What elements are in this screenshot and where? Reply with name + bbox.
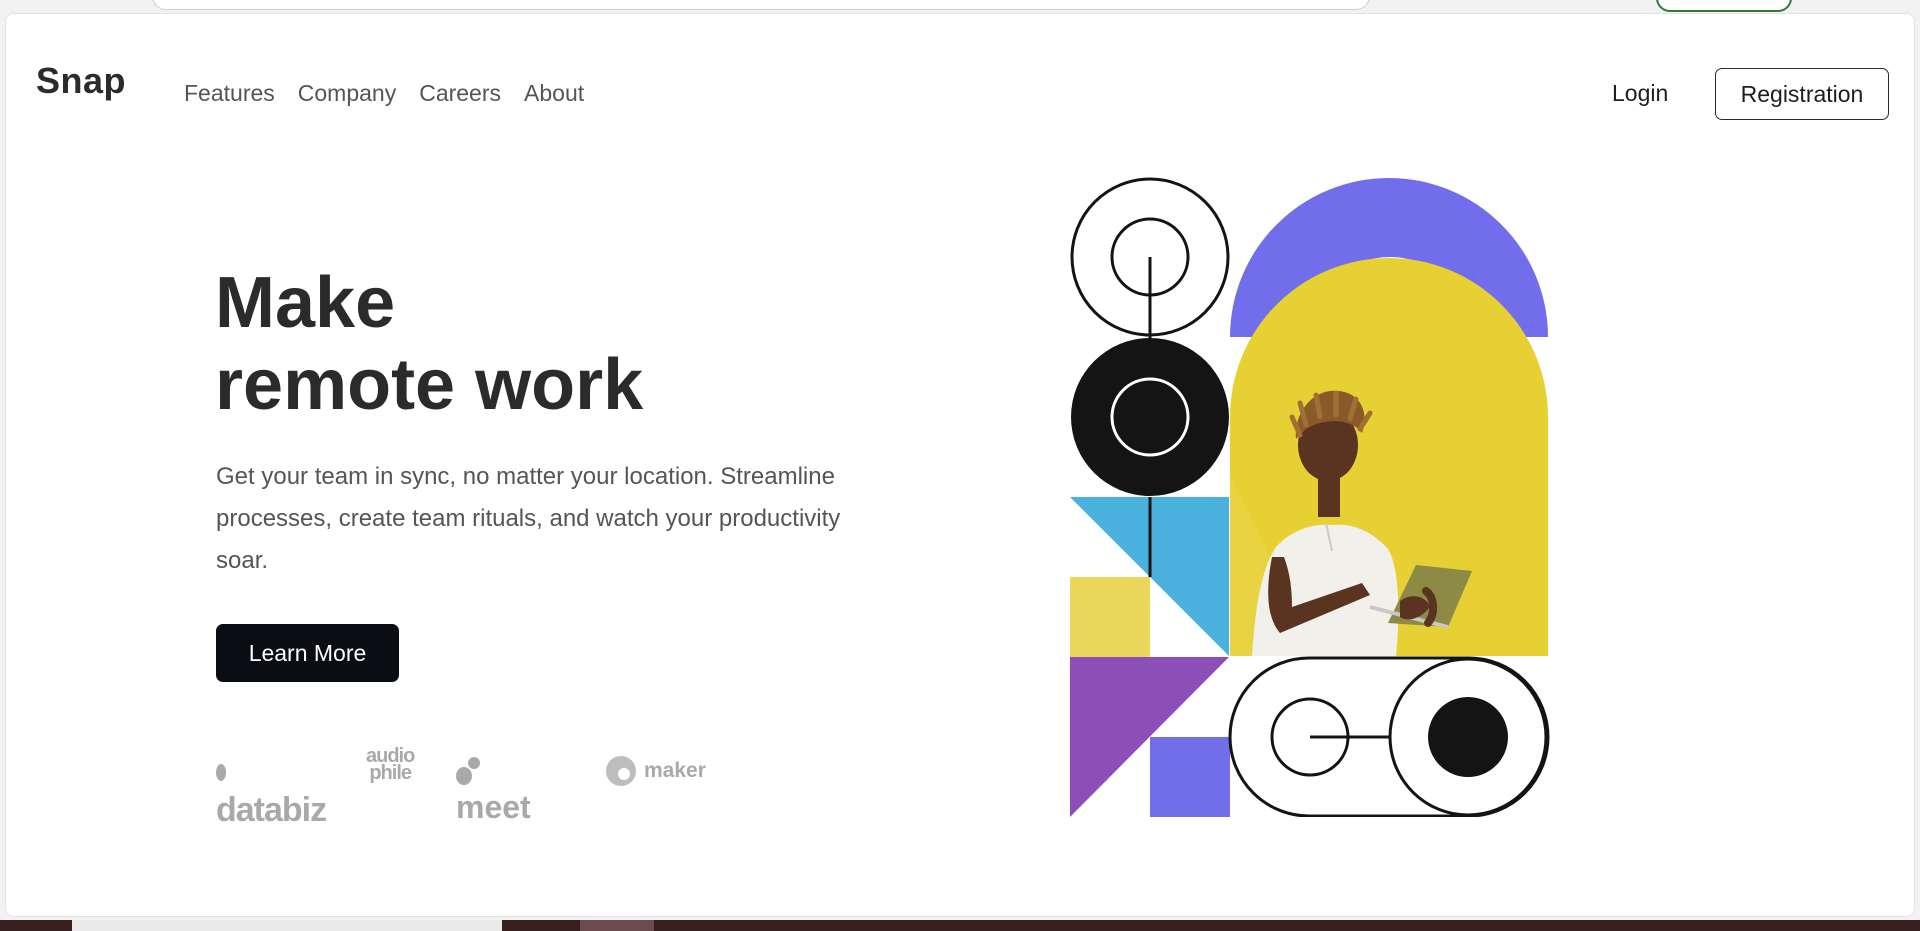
landing-page: Snap Features Company Careers About Logi… bbox=[6, 14, 1914, 916]
nav-item-features[interactable]: Features bbox=[184, 80, 275, 107]
registration-button[interactable]: Registration bbox=[1715, 68, 1889, 120]
hero-title-line-1: Make bbox=[215, 263, 396, 343]
hero-illustration bbox=[1070, 177, 1550, 817]
databiz-dot-icon bbox=[216, 764, 226, 781]
violet-square-graphic bbox=[1150, 737, 1230, 817]
client-logo-audiophile: audio phile bbox=[366, 745, 415, 784]
learn-more-button[interactable]: Learn More bbox=[216, 624, 399, 682]
login-link[interactable]: Login bbox=[1612, 80, 1668, 107]
hero-description: Get your team in sync, no matter your lo… bbox=[216, 463, 841, 574]
client-logo-maker: maker bbox=[606, 756, 706, 786]
black-circle-graphic bbox=[1071, 338, 1229, 496]
outlined-circle-graphic bbox=[1070, 177, 1230, 339]
browser-top-strip bbox=[0, 0, 1920, 14]
hero-title-line-2: remote work bbox=[215, 345, 644, 425]
nav-item-company[interactable]: Company bbox=[298, 80, 396, 107]
capsule-graphic bbox=[1228, 656, 1550, 817]
meet-dots-icon bbox=[456, 755, 480, 785]
yellow-square-graphic bbox=[1070, 577, 1150, 657]
client-logo-databiz: databiz bbox=[216, 752, 327, 830]
nav-item-careers[interactable]: Careers bbox=[419, 80, 501, 107]
nav-item-about[interactable]: About bbox=[524, 80, 584, 107]
client-logo-meet: meet bbox=[456, 752, 531, 826]
hero-title: Make remote work bbox=[215, 262, 643, 426]
browser-address-bar[interactable] bbox=[152, 0, 1370, 10]
taskbar-strip bbox=[0, 920, 1920, 931]
person-photo bbox=[1230, 258, 1548, 656]
browser-action-button[interactable] bbox=[1656, 0, 1792, 12]
brand-logo[interactable]: Snap bbox=[36, 60, 126, 102]
main-nav: Features Company Careers About bbox=[184, 80, 607, 107]
maker-ring-icon bbox=[606, 756, 636, 786]
